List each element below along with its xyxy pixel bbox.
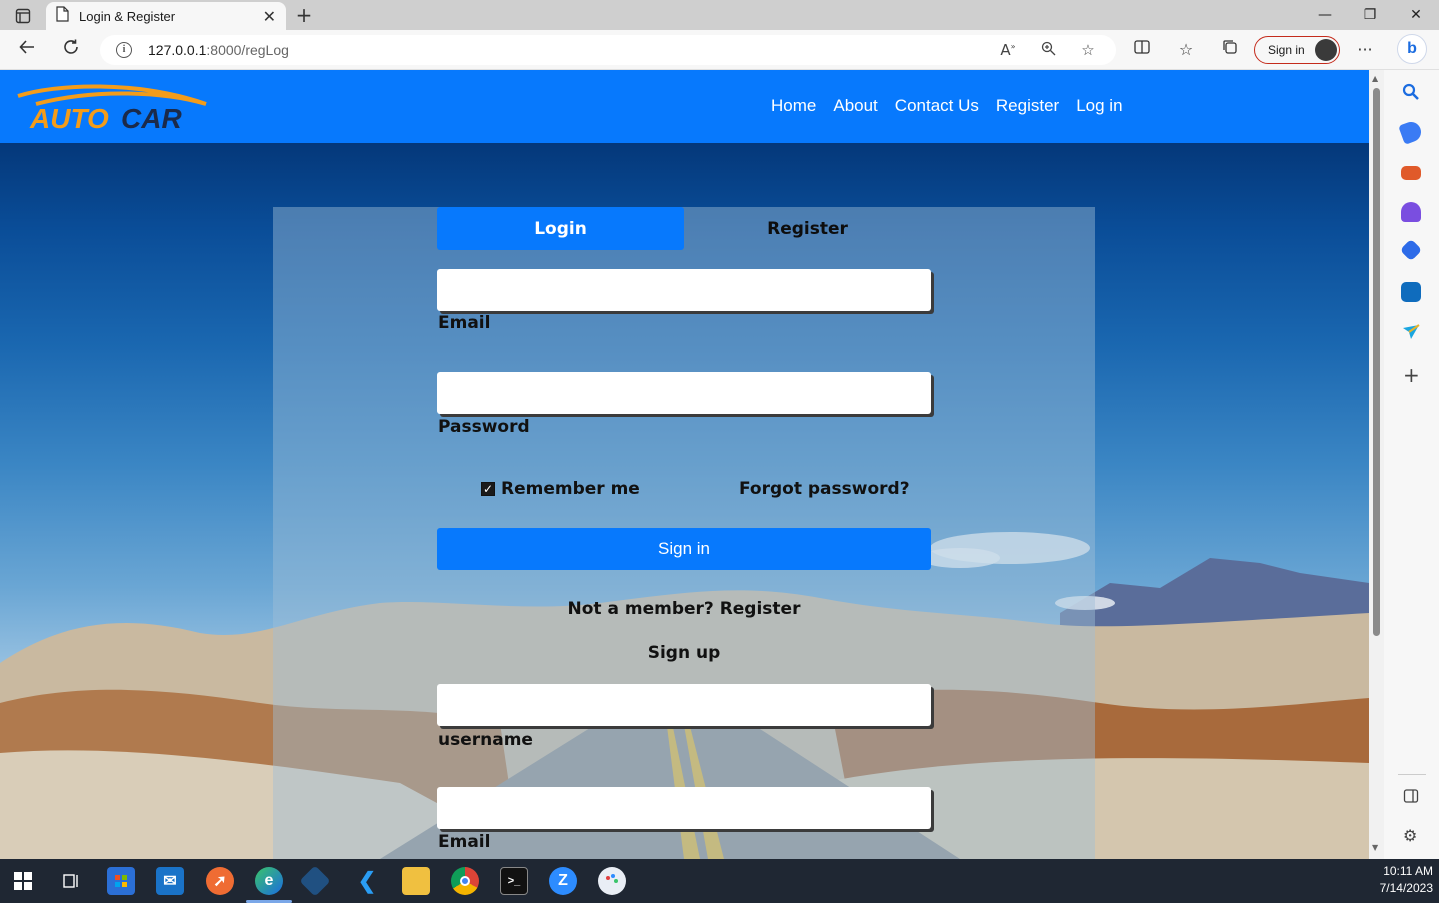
chrome-icon[interactable] xyxy=(451,867,479,895)
tab-login[interactable]: Login xyxy=(437,207,684,250)
minimize-button[interactable]: — xyxy=(1302,4,1348,26)
register-link[interactable]: Register xyxy=(720,599,801,619)
bing-copilot-icon[interactable]: b xyxy=(1397,34,1427,64)
nav-log-in[interactable]: Log in xyxy=(1076,96,1122,116)
tab-close-icon[interactable]: ✕ xyxy=(263,7,276,26)
restore-button[interactable]: ❐ xyxy=(1347,4,1393,26)
postman-icon[interactable]: ➚ xyxy=(206,867,234,895)
url-path: :8000/regLog xyxy=(206,42,289,58)
edge-sidebar: + ⚙ xyxy=(1384,70,1439,859)
address-bar-row: i 127.0.0.1 :8000/regLog A» ☆ ☆ Sign in … xyxy=(0,30,1439,70)
profile-signin-button[interactable]: Sign in xyxy=(1254,36,1340,64)
scroll-down-icon[interactable]: ▼ xyxy=(1372,843,1378,852)
url-bar[interactable]: i 127.0.0.1 :8000/regLog A» ☆ xyxy=(100,35,1116,65)
page-viewport: AUTO CAR Home About Contact Us Register … xyxy=(0,70,1369,859)
store-icon[interactable] xyxy=(107,867,135,895)
refresh-icon[interactable] xyxy=(58,38,84,62)
collections-icon[interactable] xyxy=(1218,38,1242,62)
read-aloud-icon[interactable]: A» xyxy=(998,41,1018,59)
auth-tabs: Login Register xyxy=(437,207,931,251)
file-explorer-icon[interactable] xyxy=(402,867,430,895)
send-icon[interactable] xyxy=(1401,322,1421,342)
vscode-icon[interactable]: ❮ xyxy=(353,867,381,895)
nav-about[interactable]: About xyxy=(833,96,877,116)
remember-me-checkbox[interactable]: ✓ xyxy=(481,482,495,496)
task-view-icon[interactable] xyxy=(57,867,85,895)
settings-gear-icon[interactable]: ⚙ xyxy=(1403,826,1417,845)
edge-icon[interactable]: e xyxy=(255,867,283,895)
favorite-star-icon[interactable]: ☆ xyxy=(1078,41,1098,59)
remember-me-label: Remember me xyxy=(501,479,640,499)
tab-actions-icon[interactable] xyxy=(8,5,38,27)
logo-text-auto: AUTO xyxy=(29,103,109,132)
autocar-logo[interactable]: AUTO CAR xyxy=(16,82,216,134)
browser-tab-bar: Login & Register ✕ + — ❐ ✕ xyxy=(0,0,1439,30)
scroll-thumb[interactable] xyxy=(1373,88,1380,636)
sidebar-toggle-icon[interactable] xyxy=(1403,788,1419,808)
site-nav: Home About Contact Us Register Log in xyxy=(771,96,1123,116)
windows-start-icon[interactable] xyxy=(9,867,37,895)
scroll-up-icon[interactable]: ▲ xyxy=(1372,74,1378,83)
tools-briefcase-icon[interactable] xyxy=(1401,166,1421,180)
system-clock[interactable]: 10:11 AM 7/14/2023 xyxy=(1380,863,1433,897)
add-icon[interactable]: + xyxy=(1403,365,1420,385)
windows-taskbar: ✉ ➚ e ❮ >_ Z 10:11 AM 7/14/2023 xyxy=(0,859,1439,903)
signup-email-field[interactable] xyxy=(437,787,931,829)
signup-username-label: username xyxy=(438,730,533,750)
terminal-icon[interactable]: >_ xyxy=(500,867,528,895)
mail-icon[interactable]: ✉ xyxy=(156,867,184,895)
browser-tab[interactable]: Login & Register ✕ xyxy=(46,2,286,30)
sign-up-title: Sign up xyxy=(647,643,721,663)
split-screen-icon[interactable] xyxy=(1130,38,1154,62)
zoom-app-icon[interactable]: Z xyxy=(549,867,577,895)
back-arrow-icon[interactable] xyxy=(14,38,40,62)
auth-form: Login Register Email Password ✓ Remember… xyxy=(437,207,931,852)
sidebar-divider xyxy=(1398,774,1426,775)
not-member-text: Not a member? Register xyxy=(437,599,931,619)
zoom-icon[interactable] xyxy=(1038,41,1058,60)
sourcetree-icon[interactable] xyxy=(299,865,331,897)
new-tab-button[interactable]: + xyxy=(292,4,316,26)
nav-home[interactable]: Home xyxy=(771,96,816,116)
clock-date: 7/14/2023 xyxy=(1379,881,1433,895)
site-header: AUTO CAR Home About Contact Us Register … xyxy=(0,70,1369,143)
office-icon[interactable] xyxy=(1399,238,1423,262)
clock-time: 10:11 AM xyxy=(1383,864,1433,878)
outlook-icon[interactable] xyxy=(1401,282,1421,302)
signup-username-field[interactable] xyxy=(437,684,931,726)
login-password-field[interactable] xyxy=(437,372,931,414)
search-icon[interactable] xyxy=(1401,82,1421,102)
logo-text-car: CAR xyxy=(121,103,182,132)
tab-title: Login & Register xyxy=(79,8,176,24)
signin-label: Sign in xyxy=(1268,43,1305,57)
site-info-icon[interactable]: i xyxy=(116,42,132,58)
sign-in-button[interactable]: Sign in xyxy=(437,528,931,570)
avatar xyxy=(1315,39,1337,61)
favorites-icon[interactable]: ☆ xyxy=(1174,38,1198,62)
forgot-password-link[interactable]: Forgot password? xyxy=(739,479,910,499)
signup-email-label: Email xyxy=(438,832,491,852)
login-email-field[interactable] xyxy=(437,269,931,311)
close-window-button[interactable]: ✕ xyxy=(1393,4,1439,26)
auth-panel: Login Register Email Password ✓ Remember… xyxy=(273,207,1095,859)
nav-contact-us[interactable]: Contact Us xyxy=(895,96,979,116)
nav-register[interactable]: Register xyxy=(996,96,1059,116)
tab-register[interactable]: Register xyxy=(684,207,931,250)
not-member-label: Not a member? xyxy=(567,599,714,619)
page-icon xyxy=(56,6,69,26)
page-scrollbar[interactable]: ▲ ▼ xyxy=(1369,70,1384,859)
paint-icon[interactable] xyxy=(598,867,626,895)
url-host: 127.0.0.1 xyxy=(148,42,207,58)
login-email-label: Email xyxy=(438,313,491,333)
more-menu-icon[interactable]: ··· xyxy=(1353,38,1377,62)
shopping-tag-icon[interactable] xyxy=(1398,119,1424,145)
games-icon[interactable] xyxy=(1401,202,1421,222)
remember-me: ✓ Remember me xyxy=(481,479,640,499)
login-password-label: Password xyxy=(438,417,530,437)
